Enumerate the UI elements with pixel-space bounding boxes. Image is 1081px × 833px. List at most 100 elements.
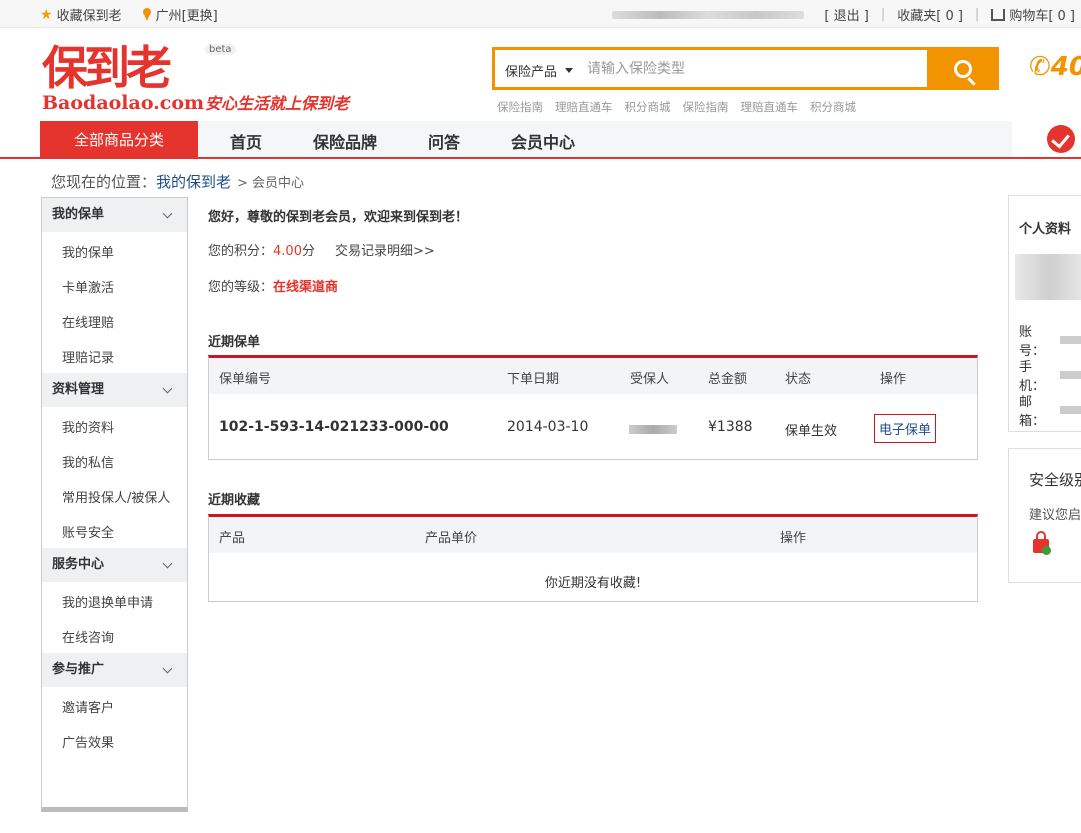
sidebar-item-my-profile[interactable]: 我的资料 (62, 417, 114, 436)
sidebar-item-claim-records[interactable]: 理赔记录 (62, 347, 114, 366)
phone-label: 手机： (1019, 360, 1046, 394)
policy-number: 102-1-593-14-021233-000-00 (219, 419, 449, 435)
sidebar-item-my-policies[interactable]: 我的保单 (62, 242, 114, 261)
hot-link[interactable]: 积分商城 (810, 99, 856, 115)
transaction-records-link[interactable]: 交易记录明细>> (335, 240, 435, 259)
nav-item-brands[interactable]: 保险品牌 (313, 129, 377, 153)
search-category-select[interactable]: 保险产品 (505, 61, 574, 80)
sidebar-item-insured-persons[interactable]: 常用投保人/被保人 (62, 487, 170, 506)
column-header: 下单日期 (507, 372, 560, 387)
hot-link[interactable]: 保险指南 (497, 99, 543, 115)
column-header: 产品 (219, 531, 246, 546)
empty-favorites-message: 你近期没有收藏! (544, 576, 642, 591)
profile-account: 账号： (1019, 321, 1081, 359)
divider: | (880, 7, 886, 22)
recent-policies-title: 近期保单 (208, 335, 261, 350)
sidebar-item-online-consult[interactable]: 在线咨询 (62, 627, 114, 646)
logo-chinese: 保到老 (42, 41, 172, 95)
column-header: 操作 (780, 531, 807, 546)
email-redacted (1059, 406, 1081, 414)
all-categories-button[interactable]: 全部商品分类 (40, 121, 198, 157)
policy-amount: ¥1388 (708, 419, 753, 435)
sidebar-item-my-messages[interactable]: 我的私信 (62, 452, 114, 471)
member-level: 您的等级：在线渠道商 (208, 276, 338, 295)
logo-slogan: 安心生活就上保到老 (205, 94, 350, 113)
points-label: 您的积分： (208, 244, 274, 259)
hotline-number: 400 (1050, 52, 1081, 82)
column-header: 状态 (785, 372, 812, 387)
points-unit: 分 (301, 244, 315, 259)
star-icon: ★ (40, 6, 53, 23)
chevron-down-icon (162, 383, 173, 394)
location-switch[interactable]: 广州[更换] (142, 5, 218, 24)
points-value: 4.00 (273, 244, 302, 259)
column-header: 总金额 (708, 372, 748, 387)
lock-icon (1033, 531, 1051, 555)
table-row: 102-1-593-14-021233-000-00 2014-03-10 ¥1… (209, 408, 977, 448)
hot-link[interactable]: 积分商城 (625, 99, 671, 115)
e-policy-button[interactable]: 电子保单 (874, 414, 937, 443)
table-header: 产品 产品单价 操作 (209, 517, 977, 553)
search-button[interactable] (927, 47, 999, 90)
sidebar-group-title: 我的保单 (52, 207, 105, 222)
breadcrumb: 您现在的位置： 我的保到老 > 会员中心 (51, 171, 304, 192)
sidebar-group-promotion[interactable]: 参与推广 (42, 653, 187, 687)
insured-name-redacted (629, 425, 677, 434)
site-logo[interactable]: 保到老 beta Baodaolao.com 安心生活就上保到老 (40, 42, 370, 118)
account-redacted (1059, 336, 1081, 344)
points-summary: 您的积分： 4.00 分 交易记录明细>> (208, 240, 435, 259)
policy-date: 2014-03-10 (507, 419, 589, 435)
sidebar-group-title: 资料管理 (52, 382, 105, 397)
profile-email: 邮箱： (1019, 391, 1081, 429)
nav-item-member-center[interactable]: 会员中心 (511, 129, 575, 153)
logout-link[interactable]: [ 退出 ] (824, 5, 868, 24)
column-header: 操作 (880, 372, 907, 387)
hot-link[interactable]: 理赔直通车 (741, 99, 799, 115)
breadcrumb-home-link[interactable]: 我的保到老 (156, 171, 231, 192)
phone-redacted (1059, 371, 1081, 379)
cart-link[interactable]: 购物车[ 0 ] (1009, 5, 1075, 24)
sidebar-item-ad-performance[interactable]: 广告效果 (62, 732, 114, 751)
sidebar-group-title: 参与推广 (52, 662, 105, 677)
avatar[interactable] (1015, 254, 1081, 300)
favorites-folder-link[interactable]: 收藏夹[ 0 ] (897, 5, 963, 24)
beta-badge: beta (205, 44, 236, 55)
sidebar-group-profile[interactable]: 资料管理 (42, 373, 187, 407)
favorite-site-label: 收藏保到老 (56, 9, 122, 24)
search-category-label: 保险产品 (505, 65, 558, 80)
sidebar-item-returns[interactable]: 我的退换单申请 (62, 592, 153, 611)
breadcrumb-current: > 会员中心 (237, 176, 305, 191)
security-suggestion: 建议您启 (1029, 508, 1081, 523)
hot-link[interactable]: 理赔直通车 (555, 99, 613, 115)
recent-favorites-table: 产品 产品单价 操作 你近期没有收藏! (208, 514, 978, 602)
cart-icon (991, 8, 1006, 21)
sidebar-item-card-activation[interactable]: 卡单激活 (62, 277, 114, 296)
profile-title: 个人资料 (1019, 222, 1072, 237)
sidebar-item-online-claims[interactable]: 在线理赔 (62, 312, 114, 331)
sidebar-item-account-security[interactable]: 账号安全 (62, 522, 114, 541)
column-header: 受保人 (630, 372, 670, 387)
sidebar-item-invite-customers[interactable]: 邀请客户 (62, 697, 114, 716)
account-label: 账号： (1019, 325, 1046, 359)
hot-link[interactable]: 保险指南 (683, 99, 729, 115)
nav-item-qa[interactable]: 问答 (428, 129, 460, 153)
member-sidebar: 我的保单 我的保单 卡单激活 在线理赔 理赔记录 资料管理 我的资料 我的私信 … (41, 197, 188, 812)
profile-panel: 个人资料 账号： 手机： 邮箱： (1008, 195, 1081, 432)
level-label: 您的等级： (208, 280, 274, 295)
breadcrumb-prefix: 您现在的位置： (51, 173, 157, 191)
favorite-site-link[interactable]: ★ 收藏保到老 (40, 5, 122, 25)
nav-item-home[interactable]: 首页 (230, 129, 262, 153)
sidebar-group-service[interactable]: 服务中心 (42, 548, 187, 582)
sidebar-group-policies[interactable]: 我的保单 (42, 198, 187, 232)
chevron-down-icon (162, 558, 173, 569)
logo-domain: Baodaolao.com (42, 92, 205, 114)
hotline-phone: ✆400 (1029, 52, 1081, 82)
security-panel: 安全级别 建议您启 (1008, 448, 1081, 583)
welcome-message: 您好，尊敬的保到老会员，欢迎来到保到老！ (208, 210, 469, 225)
recent-policies-table: 保单编号 下单日期 受保人 总金额 状态 操作 102-1-593-14-021… (208, 355, 978, 460)
column-header: 保单编号 (219, 372, 272, 387)
search-input[interactable] (587, 56, 917, 82)
column-header: 产品单价 (425, 531, 478, 546)
sidebar-group-title: 服务中心 (52, 557, 105, 572)
location-pin-icon (142, 8, 152, 21)
